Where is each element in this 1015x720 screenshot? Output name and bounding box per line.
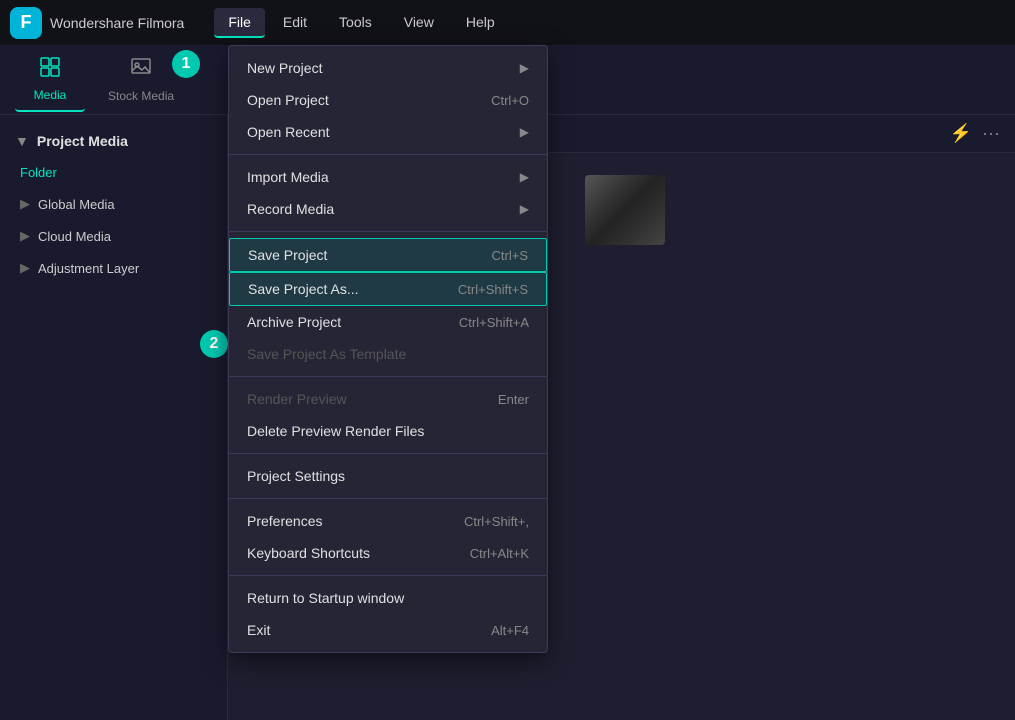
record-media-arrow: ▶ [520, 202, 529, 216]
thumbnail-image [585, 175, 665, 245]
dropdown-section-7: Return to Startup window Return to Start… [229, 576, 547, 652]
badge-2: 2 [200, 330, 228, 358]
keyboard-shortcuts-shortcut: Ctrl+Alt+K [470, 546, 529, 561]
sidebar: ▼ Project Media Folder ▶ Global Media ▶ … [0, 115, 228, 720]
sidebar-arrow: ▼ [15, 133, 29, 149]
menu-file[interactable]: File [214, 8, 265, 38]
sidebar-global-media-label: Global Media [38, 197, 115, 212]
dropdown-save-as-template: Save Project As Template [229, 338, 547, 370]
sidebar-item-adjustment-layer[interactable]: ▶ Adjustment Layer [0, 252, 227, 284]
return-startup-label: Return to Startup window [247, 590, 404, 606]
menu-tools[interactable]: Tools [325, 8, 386, 38]
dropdown-exit[interactable]: Return to Startup window Exit Alt+F4 [229, 614, 547, 646]
sidebar-adjustment-label: Adjustment Layer [38, 261, 139, 276]
dropdown-return-startup[interactable]: Return to Startup window [229, 582, 547, 614]
preferences-shortcut: Ctrl+Shift+, [464, 514, 529, 529]
adjustment-layer-arrow: ▶ [20, 260, 30, 276]
dropdown-archive-project[interactable]: Archive Project Ctrl+Shift+A [229, 306, 547, 338]
search-icons: ⚡ ··· [950, 123, 1000, 144]
render-preview-label: Render Preview [247, 391, 347, 407]
tab-media[interactable]: Media [15, 48, 85, 112]
dropdown-new-project[interactable]: New Project ▶ [229, 52, 547, 84]
exit-text: Exit [247, 622, 270, 638]
dropdown-import-media[interactable]: Import Media ▶ [229, 161, 547, 193]
import-media-label: Import Media [247, 169, 329, 185]
dropdown-record-media[interactable]: Record Media ▶ [229, 193, 547, 225]
badge-1: 1 [172, 50, 200, 78]
open-recent-label: Open Recent [247, 124, 330, 140]
global-media-arrow: ▶ [20, 196, 30, 212]
tab-stock-label: Stock Media [108, 89, 174, 103]
dropdown-section-2: Import Media ▶ Record Media ▶ [229, 155, 547, 232]
preferences-label: Preferences [247, 513, 322, 529]
sidebar-item-global-media[interactable]: ▶ Global Media [0, 188, 227, 220]
project-settings-label: Project Settings [247, 468, 345, 484]
save-as-template-label: Save Project As Template [247, 346, 406, 362]
sidebar-title-label: Project Media [37, 133, 128, 149]
dropdown-open-project[interactable]: Open Project Ctrl+O [229, 84, 547, 116]
sidebar-cloud-media-label: Cloud Media [38, 229, 111, 244]
new-project-arrow: ▶ [520, 61, 529, 75]
exit-shortcut: Alt+F4 [491, 623, 529, 638]
stock-media-icon [130, 57, 152, 85]
archive-project-label: Archive Project [247, 314, 341, 330]
delete-preview-label: Delete Preview Render Files [247, 423, 424, 439]
dropdown-preferences[interactable]: Preferences Ctrl+Shift+, [229, 505, 547, 537]
menu-view[interactable]: View [390, 8, 448, 38]
dropdown-save-project[interactable]: Save Project Ctrl+S [229, 238, 547, 272]
open-project-label: Open Project [247, 92, 329, 108]
dropdown-section-6: Preferences Ctrl+Shift+, Keyboard Shortc… [229, 499, 547, 576]
file-dropdown-menu: New Project ▶ Open Project Ctrl+O Open R… [228, 45, 548, 653]
dropdown-save-project-as[interactable]: Save Project As... Ctrl+Shift+S [229, 272, 547, 306]
media-icon [39, 56, 61, 84]
dropdown-project-settings[interactable]: Project Settings [229, 460, 547, 492]
sidebar-item-cloud-media[interactable]: ▶ Cloud Media [0, 220, 227, 252]
record-media-label: Record Media [247, 201, 334, 217]
menu-edit[interactable]: Edit [269, 8, 321, 38]
save-project-as-shortcut: Ctrl+Shift+S [458, 282, 528, 297]
title-bar: F Wondershare Filmora File Edit Tools Vi… [0, 0, 1015, 45]
sidebar-folder[interactable]: Folder [0, 157, 227, 188]
media-thumbnail [585, 175, 665, 245]
dropdown-section-5: Project Settings [229, 454, 547, 499]
open-project-shortcut: Ctrl+O [491, 93, 529, 108]
save-project-shortcut: Ctrl+S [492, 248, 528, 263]
more-icon[interactable]: ··· [982, 123, 1000, 144]
dropdown-section-3: Save Project Ctrl+S Save Project As... C… [229, 232, 547, 377]
open-recent-arrow: ▶ [520, 125, 529, 139]
dropdown-delete-preview[interactable]: Delete Preview Render Files [229, 415, 547, 447]
new-project-label: New Project [247, 60, 322, 76]
save-project-as-label: Save Project As... [248, 281, 359, 297]
sidebar-title: ▼ Project Media [0, 125, 227, 157]
dropdown-section-4: Render Preview Enter Delete Preview Rend… [229, 377, 547, 454]
tab-media-label: Media [34, 88, 67, 102]
menu-help[interactable]: Help [452, 8, 509, 38]
import-media-arrow: ▶ [520, 170, 529, 184]
dropdown-section-1: New Project ▶ Open Project Ctrl+O Open R… [229, 46, 547, 155]
keyboard-shortcuts-label: Keyboard Shortcuts [247, 545, 370, 561]
dropdown-keyboard-shortcuts[interactable]: Keyboard Shortcuts Ctrl+Alt+K [229, 537, 547, 569]
archive-project-shortcut: Ctrl+Shift+A [459, 315, 529, 330]
menu-bar: File Edit Tools View Help [214, 8, 508, 38]
dropdown-open-recent[interactable]: Open Recent ▶ [229, 116, 547, 148]
render-preview-shortcut: Enter [498, 392, 529, 407]
save-project-label: Save Project [248, 247, 327, 263]
app-logo: F [10, 7, 42, 39]
dropdown-render-preview: Render Preview Enter [229, 383, 547, 415]
cloud-media-arrow: ▶ [20, 228, 30, 244]
app-title: Wondershare Filmora [50, 15, 184, 31]
filter-icon[interactable]: ⚡ [950, 123, 972, 144]
